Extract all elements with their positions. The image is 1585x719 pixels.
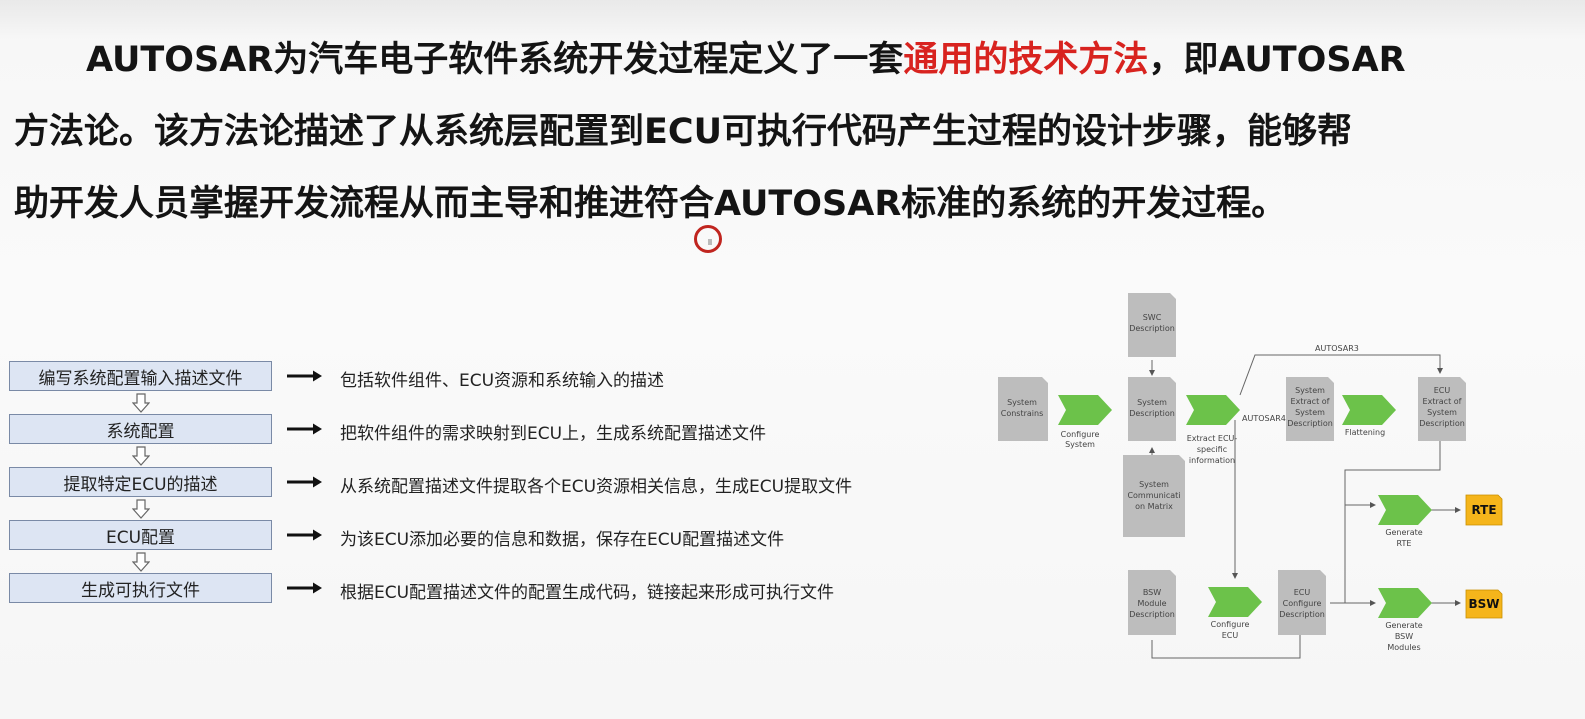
intro-line-1: AUTOSAR为汽车电子软件系统开发过程定义了一套通用的技术方法，即AUTOSA… [14, 24, 1524, 96]
right-arrow-icon [287, 529, 322, 541]
down-arrow-icon [132, 393, 150, 413]
process-configure-system [1058, 395, 1112, 425]
step-box-1: 编写系统配置输入描述文件 [9, 361, 272, 391]
down-arrow-icon [132, 499, 150, 519]
cursor-indicator [694, 225, 722, 253]
configure-ecu-label: Configure ECU [1211, 620, 1250, 640]
step-desc-5: 根据ECU配置描述文件的配置生成代码，链接起来形成可执行文件 [340, 583, 835, 603]
step-box-2: 系统配置 [9, 414, 272, 444]
bsw-output-label: BSW [1468, 597, 1499, 611]
right-arrow-icon [287, 582, 322, 594]
right-arrow-icon [287, 476, 322, 488]
configure-system-label: Configure System [1061, 430, 1100, 449]
intro-line-3: 助开发人员掌握开发流程从而主导和推进符合AUTOSAR标准的系统的开发过程。 [14, 184, 1287, 224]
generate-rte-label: Generate RTE [1385, 528, 1422, 548]
autosar3-label: AUTOSAR3 [1315, 344, 1359, 353]
intro-line-1-text: AUTOSAR为汽车电子软件系统开发过程定义了一套 [86, 40, 904, 80]
right-arrow-icon [287, 370, 322, 382]
step-box-4: ECU配置 [9, 520, 272, 550]
autosar4-label: AUTOSAR4 [1242, 414, 1286, 423]
step-desc-3: 从系统配置描述文件提取各个ECU资源相关信息，生成ECU提取文件 [340, 477, 853, 497]
step-box-5: 生成可执行文件 [9, 573, 272, 603]
intro-paragraph: AUTOSAR为汽车电子软件系统开发过程定义了一套通用的技术方法，即AUTOSA… [14, 24, 1524, 240]
step-desc-2: 把软件组件的需求映射到ECU上，生成系统配置描述文件 [340, 424, 767, 444]
rte-output-label: RTE [1471, 503, 1496, 517]
process-extract-ecu [1186, 395, 1240, 425]
right-arrow-icon [287, 423, 322, 435]
down-arrow-icon [132, 446, 150, 466]
intro-line-1-tail: ，即AUTOSAR [1148, 40, 1406, 80]
process-flattening [1342, 395, 1396, 425]
step-desc-1: 包括软件组件、ECU资源和系统输入的描述 [340, 371, 665, 391]
methodology-diagram: SWC Description System Constrains Configur… [998, 293, 1503, 659]
step-desc-4: 为该ECU添加必要的信息和数据，保存在ECU配置描述文件 [340, 530, 785, 550]
process-configure-ecu [1208, 587, 1262, 617]
intro-highlight: 通用的技术方法 [903, 40, 1149, 80]
flattening-label: Flattening [1345, 428, 1385, 437]
generate-bsw-label: Generate BSW Modules [1385, 621, 1422, 652]
process-generate-rte [1378, 495, 1432, 525]
process-generate-bsw [1378, 588, 1432, 618]
down-arrow-icon [132, 552, 150, 572]
step-box-3: 提取特定ECU的描述 [9, 467, 272, 497]
extract-ecu-label: Extract ECU-specific information [1187, 434, 1238, 465]
intro-line-2: 方法论。该方法论描述了从系统层配置到ECU可执行代码产生过程的设计步骤，能够帮 [14, 112, 1353, 152]
